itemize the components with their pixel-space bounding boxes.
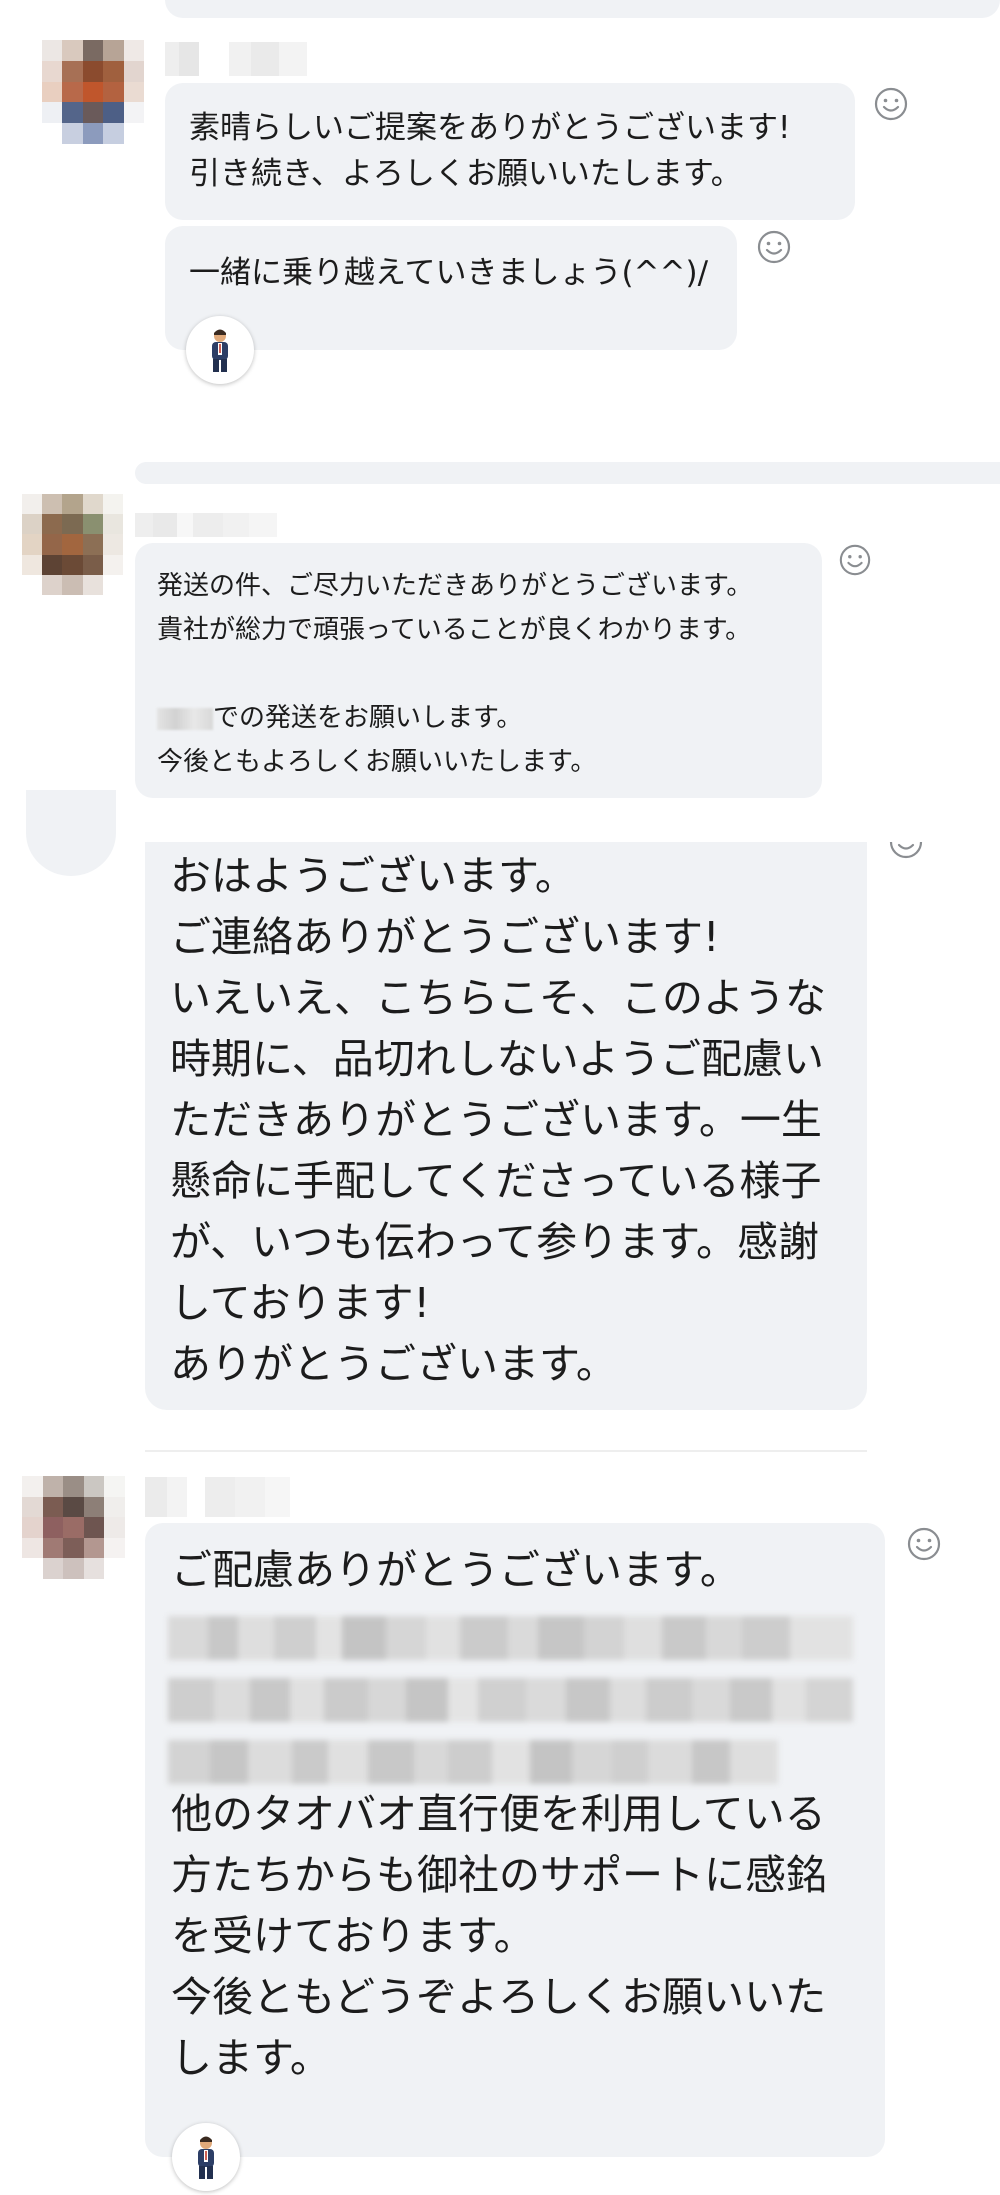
avatar[interactable] — [26, 790, 116, 876]
smiley-react-icon[interactable] — [838, 543, 872, 577]
message-text: ご連絡ありがとうございます! — [170, 913, 720, 961]
smiley-react-icon[interactable] — [756, 229, 792, 265]
message-text: を受けております。 — [171, 1912, 535, 1960]
message-text — [157, 652, 800, 696]
message-text: 発送の件、ご尽力いただきありがとうございます。 — [157, 571, 753, 601]
message-text-with-redaction: での発送をお願いします。 — [157, 696, 800, 740]
message-bubble[interactable]: 素晴らしいご提案をありがとうございます! 引き続き、よろしくお願いいたします。 — [165, 83, 855, 220]
author-name[interactable] — [165, 42, 307, 76]
person-emoji-icon — [212, 329, 228, 372]
message-text: いえいえ、こちらこそ、このような — [170, 974, 826, 1022]
message-text: 時期に、品切れしないようご配慮い — [170, 1035, 824, 1083]
author-name[interactable] — [145, 1477, 290, 1517]
message-text: ご配慮ありがとうございます。 — [171, 1546, 741, 1594]
reaction-badge[interactable] — [172, 2123, 240, 2191]
redacted-text — [157, 707, 213, 730]
smiley-react-icon[interactable] — [873, 86, 909, 122]
message-text: 一緒に乗り越えていきましょう(^^)/ — [189, 255, 709, 291]
message-text: が、いつも伝わって参ります。感謝 — [170, 1218, 820, 1266]
message-bubble[interactable]: おはようございます。 ご連絡ありがとうございます! いえいえ、こちらこそ、このよ… — [145, 842, 867, 1410]
redaction-block — [168, 1678, 853, 1722]
redaction-block — [168, 1740, 778, 1784]
message-text: 素晴らしいご提案をありがとうございます! — [189, 110, 791, 146]
message-text: 今後ともどうぞよろしくお願いいた — [171, 1973, 827, 2021]
smiley-react-icon[interactable] — [906, 1526, 942, 1562]
message-text: 懸命に手配してくださっている様子 — [170, 1157, 822, 1205]
message-text: 今後ともよろしくお願いいたします。 — [157, 747, 597, 777]
message-text: 他のタオバオ直行便を利用している — [171, 1790, 826, 1838]
avatar[interactable] — [22, 1476, 125, 1579]
message-text: 貴社が総力で頑張っていることが良くわかります。 — [157, 615, 752, 645]
reaction-badge[interactable] — [186, 316, 254, 384]
redaction-block — [168, 1616, 853, 1660]
message-text: 方たちからも御社のサポートに感銘 — [171, 1851, 827, 1899]
author-name[interactable] — [135, 513, 277, 537]
message-text: 引き続き、よろしくお願いいたします。 — [189, 156, 742, 192]
message-divider — [135, 462, 1000, 484]
message-bubble[interactable]: 発送の件、ご尽力いただきありがとうございます。 貴社が総力で頑張っていることが良… — [135, 543, 822, 798]
person-emoji-icon — [198, 2136, 214, 2179]
message-text: おはようございます。 — [170, 852, 576, 900]
smiley-react-icon[interactable] — [888, 822, 924, 862]
message-text: しております! — [170, 1279, 430, 1327]
message-divider — [165, 0, 1000, 18]
avatar[interactable] — [42, 40, 144, 144]
message-text: ありがとうございます。 — [170, 1340, 617, 1388]
message-text: ただきありがとうございます。一生 — [170, 1096, 822, 1144]
message-divider — [145, 1450, 867, 1452]
avatar[interactable] — [22, 494, 123, 595]
message-text: します。 — [171, 2034, 331, 2082]
